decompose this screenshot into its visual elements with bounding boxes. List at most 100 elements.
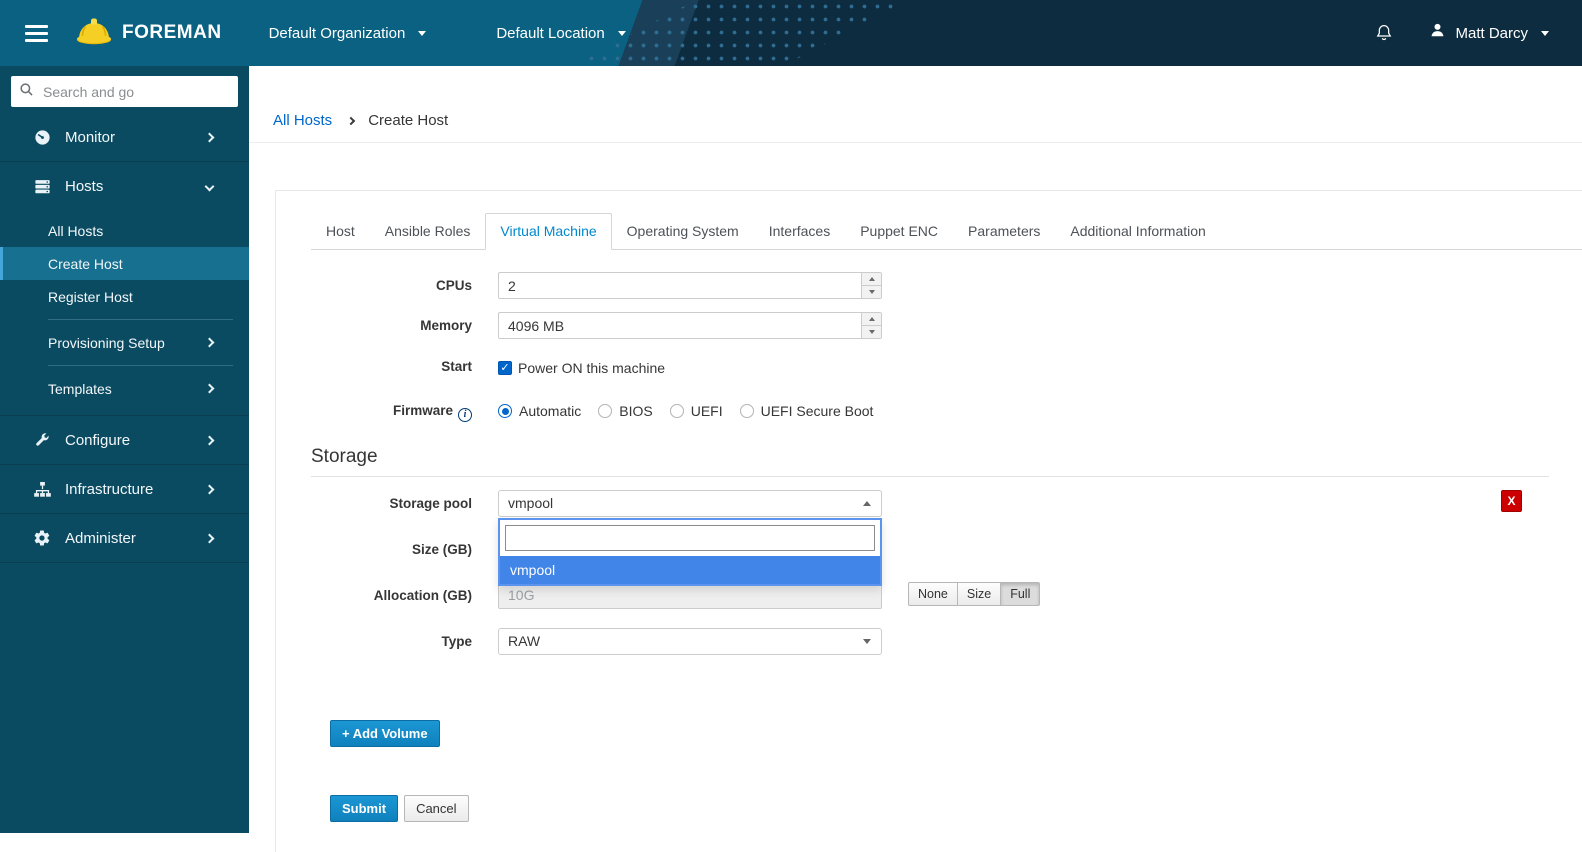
cpus-input[interactable]	[498, 272, 882, 299]
start-label: Start	[441, 359, 472, 374]
memory-stepper	[861, 313, 881, 338]
organization-selector[interactable]: Default Organization	[269, 25, 427, 42]
cancel-button[interactable]: Cancel	[404, 794, 469, 822]
storage-pool-dropdown: vmpool	[498, 517, 882, 586]
firmware-option-bios[interactable]: BIOS	[598, 403, 653, 419]
tab-parameters[interactable]: Parameters	[953, 213, 1055, 250]
main-content: All Hosts Create Host Host Ansible Roles…	[249, 66, 1582, 852]
stepper-up-icon[interactable]	[862, 273, 881, 286]
storage-section-title: Storage	[311, 445, 378, 467]
menu-toggle-icon[interactable]	[25, 21, 48, 46]
sidebar: Monitor Hosts All Hosts Create Host	[0, 66, 249, 833]
sidebar-item-administer[interactable]: Administer	[0, 514, 249, 562]
storage-pool-select[interactable]: vmpool	[498, 489, 882, 517]
sidebar-subitem-register-host[interactable]: Register Host	[0, 280, 249, 313]
sidebar-item-label: Administer	[65, 529, 136, 547]
notifications-bell-icon[interactable]	[1374, 22, 1394, 44]
chevron-down-icon	[204, 181, 215, 191]
chevron-right-icon	[204, 533, 215, 543]
tab-operating-system[interactable]: Operating System	[612, 213, 754, 250]
subitem-label: Register Host	[48, 288, 133, 305]
cpus-label: CPUs	[435, 278, 472, 293]
sidebar-item-label: Configure	[65, 431, 131, 449]
user-menu[interactable]: Matt Darcy	[1428, 21, 1549, 45]
chevron-right-icon	[204, 383, 215, 394]
dropdown-search-input[interactable]	[505, 524, 875, 551]
chevron-right-icon	[346, 116, 356, 125]
sidebar-subitem-provisioning-setup[interactable]: Provisioning Setup	[0, 326, 249, 359]
allocation-input[interactable]	[498, 581, 882, 609]
remove-volume-button[interactable]: X	[1501, 489, 1522, 512]
hardhat-logo-icon	[75, 16, 113, 51]
info-icon[interactable]: i	[458, 407, 472, 422]
type-label: Type	[441, 633, 472, 649]
tab-virtual-machine[interactable]: Virtual Machine	[485, 213, 612, 250]
caret-down-icon	[863, 638, 871, 644]
gear-icon	[32, 529, 52, 547]
sidebar-item-monitor[interactable]: Monitor	[0, 113, 249, 161]
firmware-label: Firmware i	[311, 400, 498, 422]
chevron-down-icon	[617, 30, 626, 36]
chevron-down-icon	[1541, 30, 1549, 36]
stepper-up-icon[interactable]	[862, 313, 881, 326]
tab-puppet-enc[interactable]: Puppet ENC	[845, 213, 953, 250]
sidebar-subitem-templates[interactable]: Templates	[0, 372, 249, 405]
volume-block: Storage pool vmpool vmpool X Size (GB) A…	[311, 489, 1549, 655]
breadcrumb-current: Create Host	[368, 112, 449, 129]
radio-icon	[669, 404, 684, 418]
radio-icon	[739, 404, 754, 418]
firmware-option-uefi[interactable]: UEFI	[669, 403, 723, 419]
brand-name: FOREMAN	[122, 22, 222, 43]
location-selector[interactable]: Default Location	[496, 25, 626, 42]
breadcrumb: All Hosts Create Host	[249, 66, 1582, 143]
breadcrumb-all-hosts-link[interactable]: All Hosts	[273, 112, 332, 129]
submit-button[interactable]: Submit	[330, 794, 399, 822]
sidebar-item-label: Infrastructure	[65, 480, 154, 498]
brand[interactable]: FOREMAN	[75, 16, 222, 51]
storage-pool-value: vmpool	[508, 495, 554, 511]
chevron-right-icon	[204, 435, 215, 445]
subitem-label: Provisioning Setup	[48, 334, 165, 351]
hosts-submenu: All Hosts Create Host Register Host Prov…	[0, 210, 249, 415]
allocation-mode-group: None Size Full	[908, 581, 1041, 606]
user-name: Matt Darcy	[1455, 24, 1528, 42]
tab-bar: Host Ansible Roles Virtual Machine Opera…	[311, 213, 1582, 250]
foreman-app: FOREMAN Default Organization Default Loc…	[0, 0, 1582, 852]
sidebar-item-configure[interactable]: Configure	[0, 416, 249, 464]
search-icon	[19, 82, 34, 102]
tab-ansible-roles[interactable]: Ansible Roles	[370, 213, 486, 250]
allocation-none-button[interactable]: None	[908, 581, 957, 606]
chevron-down-icon	[418, 30, 427, 36]
sidebar-search[interactable]	[11, 76, 238, 107]
stepper-down-icon[interactable]	[862, 286, 881, 298]
sidebar-item-label: Hosts	[65, 177, 104, 195]
tab-interfaces[interactable]: Interfaces	[754, 213, 845, 250]
dropdown-option-vmpool[interactable]: vmpool	[500, 555, 880, 584]
masthead: FOREMAN Default Organization Default Loc…	[0, 0, 1582, 66]
subitem-label: All Hosts	[48, 222, 104, 239]
tab-host[interactable]: Host	[311, 213, 370, 250]
allocation-full-button[interactable]: Full	[1000, 581, 1041, 606]
allocation-size-button[interactable]: Size	[956, 581, 1001, 606]
stepper-down-icon[interactable]	[862, 326, 881, 338]
type-select[interactable]: RAW	[498, 627, 882, 655]
add-volume-button[interactable]: + Add Volume	[330, 719, 440, 747]
search-input[interactable]	[41, 82, 230, 101]
subitem-label: Create Host	[48, 255, 123, 272]
sidebar-subitem-create-host[interactable]: Create Host	[0, 247, 249, 280]
tab-additional-information[interactable]: Additional Information	[1055, 213, 1220, 250]
sidebar-subitem-all-hosts[interactable]: All Hosts	[0, 214, 249, 247]
subitem-label: Templates	[48, 380, 112, 397]
power-on-checkbox-label: Power ON this machine	[518, 360, 666, 376]
firmware-option-uefi-secure-boot[interactable]: UEFI Secure Boot	[739, 403, 873, 419]
cpus-stepper	[861, 273, 881, 298]
wrench-icon	[32, 431, 52, 449]
memory-input[interactable]	[498, 312, 882, 339]
firmware-radio-group: Automatic BIOS UEFI UEFI Secure Boot	[498, 400, 873, 419]
power-on-checkbox[interactable]: ✓	[498, 361, 512, 375]
user-icon	[1428, 21, 1447, 45]
sidebar-item-hosts[interactable]: Hosts	[0, 162, 249, 210]
create-host-panel: Host Ansible Roles Virtual Machine Opera…	[275, 190, 1582, 852]
firmware-option-automatic[interactable]: Automatic	[498, 403, 581, 419]
sidebar-item-infrastructure[interactable]: Infrastructure	[0, 465, 249, 513]
